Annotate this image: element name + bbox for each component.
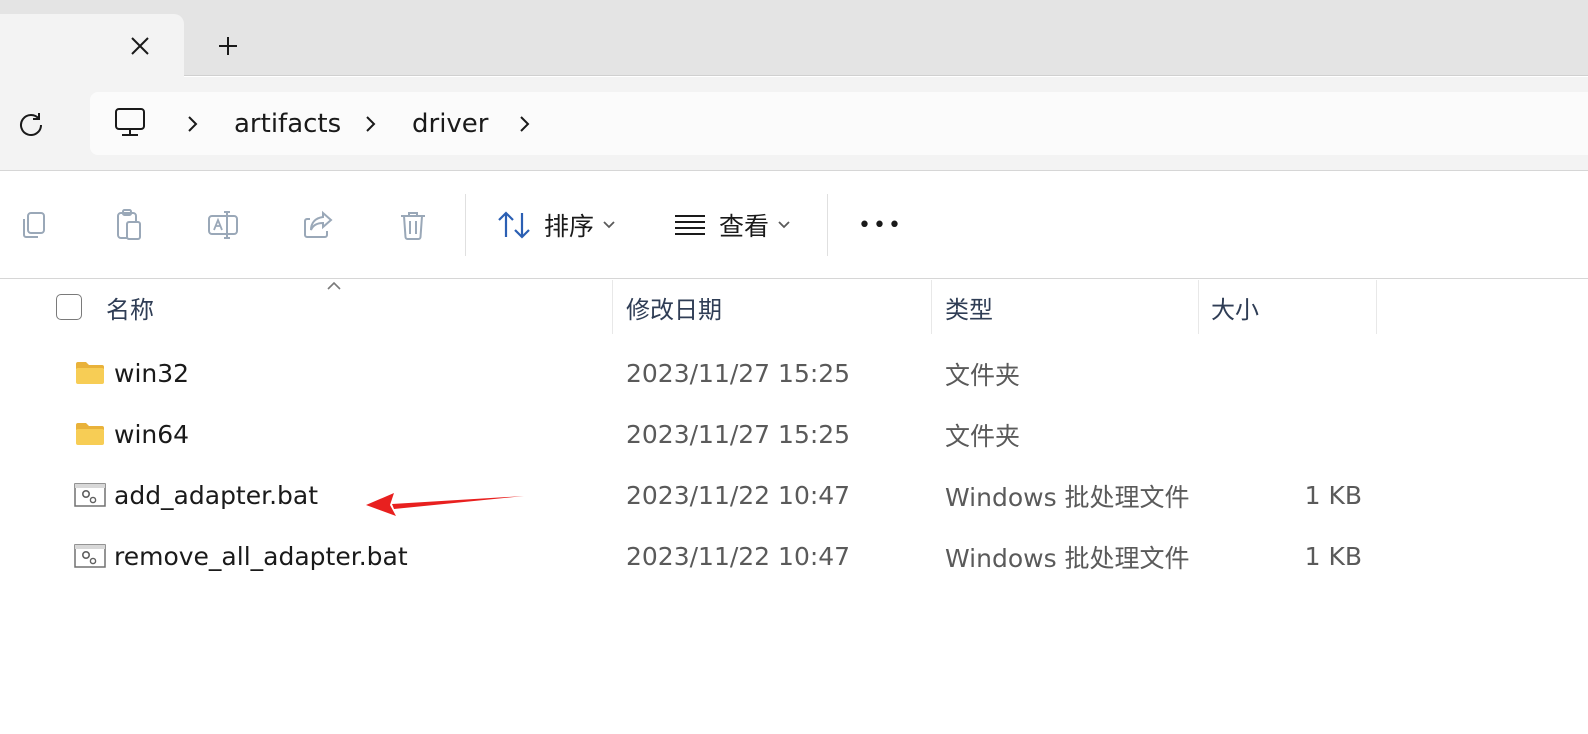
batch-file-icon bbox=[74, 483, 106, 507]
file-size bbox=[1200, 404, 1362, 465]
chevron-down-icon bbox=[602, 220, 616, 230]
view-label: 查看 bbox=[719, 212, 770, 241]
file-type: 文件夹 bbox=[945, 360, 1021, 390]
paste-button[interactable] bbox=[109, 205, 149, 245]
chevron-right-icon[interactable] bbox=[360, 112, 380, 136]
file-type: Windows 批处理文件 bbox=[945, 482, 1190, 512]
file-size bbox=[1200, 343, 1362, 404]
active-tab[interactable] bbox=[0, 14, 184, 77]
breadcrumb-artifacts[interactable]: artifacts bbox=[234, 107, 341, 141]
copy-button[interactable] bbox=[14, 205, 54, 245]
command-bar: 排序 查看 ••• bbox=[0, 172, 1588, 279]
view-button[interactable]: 查看 bbox=[673, 202, 791, 248]
more-options-icon: ••• bbox=[858, 212, 903, 238]
file-row[interactable]: win32 2023/11/27 15:25 文件夹 bbox=[0, 343, 1588, 404]
file-modified: 2023/11/27 15:25 bbox=[626, 359, 851, 388]
file-name: win32 bbox=[114, 359, 190, 388]
rename-button[interactable] bbox=[203, 205, 243, 245]
file-row[interactable]: win64 2023/11/27 15:25 文件夹 bbox=[0, 404, 1588, 465]
address-row: artifacts driver bbox=[0, 77, 1588, 171]
this-pc-icon[interactable] bbox=[112, 106, 148, 140]
rename-icon bbox=[208, 211, 238, 239]
file-modified: 2023/11/22 10:47 bbox=[626, 542, 851, 571]
sort-button[interactable]: 排序 bbox=[496, 202, 616, 248]
file-name: win64 bbox=[114, 420, 190, 449]
file-modified: 2023/11/22 10:47 bbox=[626, 481, 851, 510]
delete-button[interactable] bbox=[393, 205, 433, 245]
folder-icon bbox=[76, 362, 104, 384]
tab-strip bbox=[0, 0, 1588, 77]
trash-icon bbox=[401, 212, 425, 240]
column-divider[interactable] bbox=[1376, 280, 1377, 334]
address-bar[interactable]: artifacts driver bbox=[90, 92, 1588, 155]
column-header: 名称 修改日期 类型 大小 bbox=[0, 280, 1588, 334]
file-type: 文件夹 bbox=[945, 421, 1021, 451]
column-modified[interactable]: 修改日期 bbox=[626, 280, 722, 334]
file-type: Windows 批处理文件 bbox=[945, 543, 1190, 573]
share-icon bbox=[304, 210, 333, 238]
chevron-right-icon[interactable] bbox=[182, 112, 202, 136]
batch-file-icon bbox=[74, 544, 106, 568]
chevron-down-icon bbox=[777, 220, 791, 230]
share-button[interactable] bbox=[298, 205, 338, 245]
paste-icon bbox=[117, 209, 141, 240]
breadcrumb-driver[interactable]: driver bbox=[412, 107, 489, 141]
file-row[interactable]: remove_all_adapter.bat 2023/11/22 10:47 … bbox=[0, 526, 1588, 587]
column-size[interactable]: 大小 bbox=[1211, 280, 1259, 334]
sort-label: 排序 bbox=[544, 212, 595, 241]
refresh-icon bbox=[20, 113, 42, 136]
sort-ascending-icon bbox=[327, 281, 341, 290]
folder-icon bbox=[76, 423, 104, 445]
file-name: remove_all_adapter.bat bbox=[114, 542, 408, 571]
red-arrow-icon bbox=[366, 493, 524, 516]
column-divider[interactable] bbox=[612, 280, 613, 334]
more-options-button[interactable]: ••• bbox=[858, 202, 903, 248]
file-modified: 2023/11/27 15:25 bbox=[626, 420, 851, 449]
new-tab-button[interactable] bbox=[210, 30, 246, 62]
column-type[interactable]: 类型 bbox=[945, 280, 993, 334]
toolbar-divider bbox=[827, 194, 828, 256]
select-all-checkbox[interactable] bbox=[56, 294, 82, 320]
plus-icon bbox=[219, 37, 237, 55]
file-size: 1 KB bbox=[1304, 481, 1362, 510]
chevron-right-icon[interactable] bbox=[514, 112, 534, 136]
file-row[interactable]: add_adapter.bat 2023/11/22 10:47 Windows… bbox=[0, 465, 1588, 526]
refresh-button[interactable] bbox=[12, 105, 50, 143]
file-size: 1 KB bbox=[1304, 542, 1362, 571]
column-name[interactable]: 名称 bbox=[106, 280, 154, 334]
toolbar-divider bbox=[465, 194, 466, 256]
copy-icon bbox=[23, 212, 45, 238]
file-name: add_adapter.bat bbox=[114, 481, 319, 510]
close-icon[interactable] bbox=[124, 30, 156, 62]
sort-icon bbox=[498, 211, 530, 239]
view-list-icon bbox=[675, 215, 705, 235]
column-divider[interactable] bbox=[931, 280, 932, 334]
column-divider[interactable] bbox=[1198, 280, 1199, 334]
